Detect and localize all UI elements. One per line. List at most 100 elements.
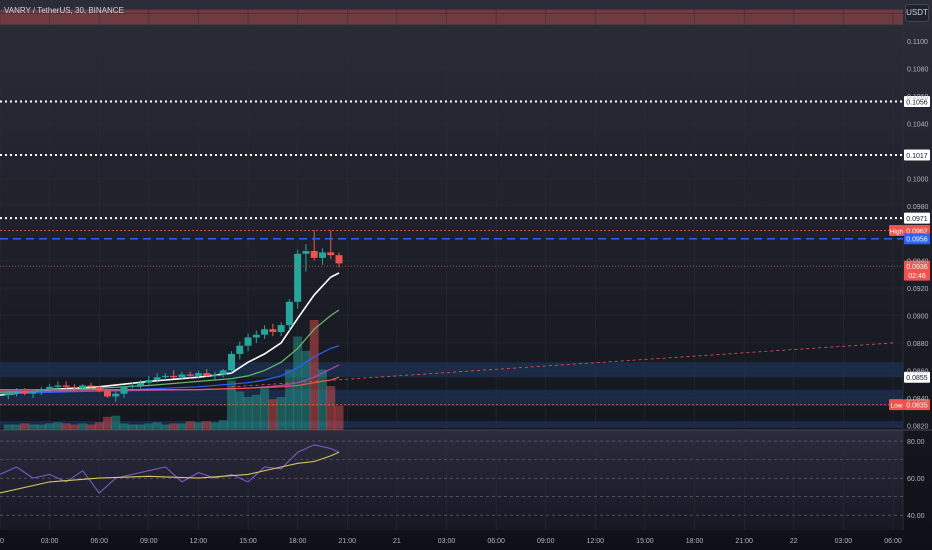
- price-tick-7: 0.0940: [907, 259, 929, 266]
- volume-bar-17: [144, 423, 154, 430]
- volume-bar-32: [268, 399, 278, 430]
- level-tag-7: Low: [891, 403, 903, 410]
- oscillator-tick-2: 40.00: [907, 513, 925, 520]
- time-tick-5: 15:00: [239, 538, 257, 545]
- price-tick-12: 0.0840: [907, 396, 929, 403]
- candle-body-28: [236, 345, 244, 354]
- zone-1: [0, 362, 903, 378]
- level-label-6: 0.0855: [906, 375, 928, 382]
- volume-bar-39: [326, 386, 336, 430]
- price-tick-1: 0.1100: [907, 39, 928, 46]
- candle-body-13: [112, 393, 120, 397]
- volume-bar-21: [177, 423, 187, 430]
- candle-body-40: [335, 255, 343, 264]
- volume-bar-18: [152, 422, 162, 430]
- price-tick-3: 0.1060: [907, 94, 929, 101]
- volume-bar-27: [227, 380, 237, 430]
- level-label-4: 0.0956: [906, 237, 928, 244]
- time-tick-15: 21:00: [735, 538, 753, 545]
- price-tick-13: 0.0820: [907, 423, 929, 430]
- level-label-7: 0.0835: [906, 403, 928, 410]
- candle-body-6: [54, 385, 62, 387]
- time-tick-9: 03:00: [438, 538, 456, 545]
- time-tick-16: 22: [790, 538, 798, 545]
- volume-bar-19: [160, 424, 170, 430]
- level-tag-3: High: [890, 228, 904, 235]
- volume-bar-34: [284, 369, 294, 430]
- candle-body-34: [285, 301, 293, 326]
- volume-bar-12: [102, 416, 112, 430]
- candle-body-32: [269, 329, 277, 332]
- price-tick-6: 0.0980: [907, 204, 929, 211]
- candle-body-7: [62, 385, 70, 387]
- candle-body-31: [261, 329, 269, 335]
- candle-body-19: [161, 375, 169, 378]
- time-tick-14: 18:00: [686, 538, 704, 545]
- candle-body-33: [277, 325, 285, 332]
- time-tick-4: 12:00: [190, 538, 208, 545]
- candle-body-1: [13, 390, 21, 393]
- candle-body-30: [252, 334, 260, 338]
- price-tick-8: 0.0920: [907, 286, 929, 293]
- candle-body-0: [4, 392, 12, 396]
- oscillator-tick-1: 60.00: [907, 476, 925, 483]
- volume-bar-13: [111, 415, 121, 430]
- volume-bar-38: [317, 369, 327, 430]
- symbol-title[interactable]: VANRY / TetherUS, 30, BINANCE: [4, 6, 124, 15]
- price-tick-9: 0.0900: [907, 314, 929, 321]
- candle-body-38: [318, 252, 326, 258]
- time-tick-18: 06:00: [884, 538, 902, 545]
- volume-bar-24: [202, 421, 212, 430]
- price-tick-5: 0.1000: [907, 176, 929, 183]
- candle-body-37: [310, 251, 318, 258]
- candle-body-17: [145, 379, 153, 383]
- price-chart[interactable]: 0.10560.10170.09710.0962High0.09560.0936…: [0, 0, 932, 550]
- volume-bar-5: [45, 423, 55, 430]
- volume-bar-30: [251, 394, 261, 430]
- time-tick-12: 12:00: [587, 538, 605, 545]
- volume-bar-31: [260, 388, 270, 430]
- volume-bar-23: [193, 422, 203, 430]
- time-tick-8: 21: [393, 538, 401, 545]
- candle-body-11: [95, 386, 103, 391]
- time-tick-1: 03:00: [41, 538, 59, 545]
- currency-button[interactable]: USDT: [905, 4, 929, 22]
- time-tick-7: 21:00: [339, 538, 357, 545]
- time-tick-13: 15:00: [636, 538, 654, 545]
- candle-body-25: [211, 374, 219, 376]
- time-tick-10: 06:00: [487, 538, 505, 545]
- volume-bar-40: [334, 405, 344, 430]
- candle-body-29: [244, 337, 252, 346]
- volume-bar-4: [36, 424, 46, 430]
- time-tick-6: 18:00: [289, 538, 307, 545]
- candle-body-15: [128, 385, 136, 387]
- time-tick-0: 20: [0, 538, 4, 545]
- volume-bar-20: [169, 423, 179, 430]
- oscillator-tick-0: 80.00: [907, 439, 925, 446]
- volume-bar-8: [69, 424, 79, 430]
- time-tick-2: 06:00: [90, 538, 108, 545]
- volume-bar-25: [210, 422, 220, 430]
- candle-body-22: [186, 374, 194, 376]
- volume-bar-29: [243, 397, 253, 430]
- time-tick-11: 09:00: [537, 538, 555, 545]
- time-tick-3: 09:00: [140, 538, 158, 545]
- countdown-label: 02:46: [908, 273, 926, 280]
- candle-body-20: [170, 375, 178, 378]
- volume-bar-26: [218, 420, 228, 430]
- candle-body-5: [46, 386, 54, 390]
- candle-body-21: [178, 374, 186, 378]
- price-tick-4: 0.1040: [907, 121, 929, 128]
- candle-body-8: [70, 386, 78, 389]
- volume-bar-1: [12, 424, 22, 430]
- time-tick-17: 03:00: [835, 538, 853, 545]
- volume-bar-6: [53, 422, 63, 430]
- candle-body-39: [327, 252, 335, 256]
- volume-bar-33: [276, 397, 286, 430]
- volume-bar-10: [86, 424, 96, 430]
- volume-bar-3: [28, 424, 38, 430]
- candle-body-9: [79, 385, 87, 389]
- candle-body-18: [153, 377, 161, 380]
- candle-body-26: [219, 370, 227, 375]
- volume-bar-15: [127, 424, 137, 430]
